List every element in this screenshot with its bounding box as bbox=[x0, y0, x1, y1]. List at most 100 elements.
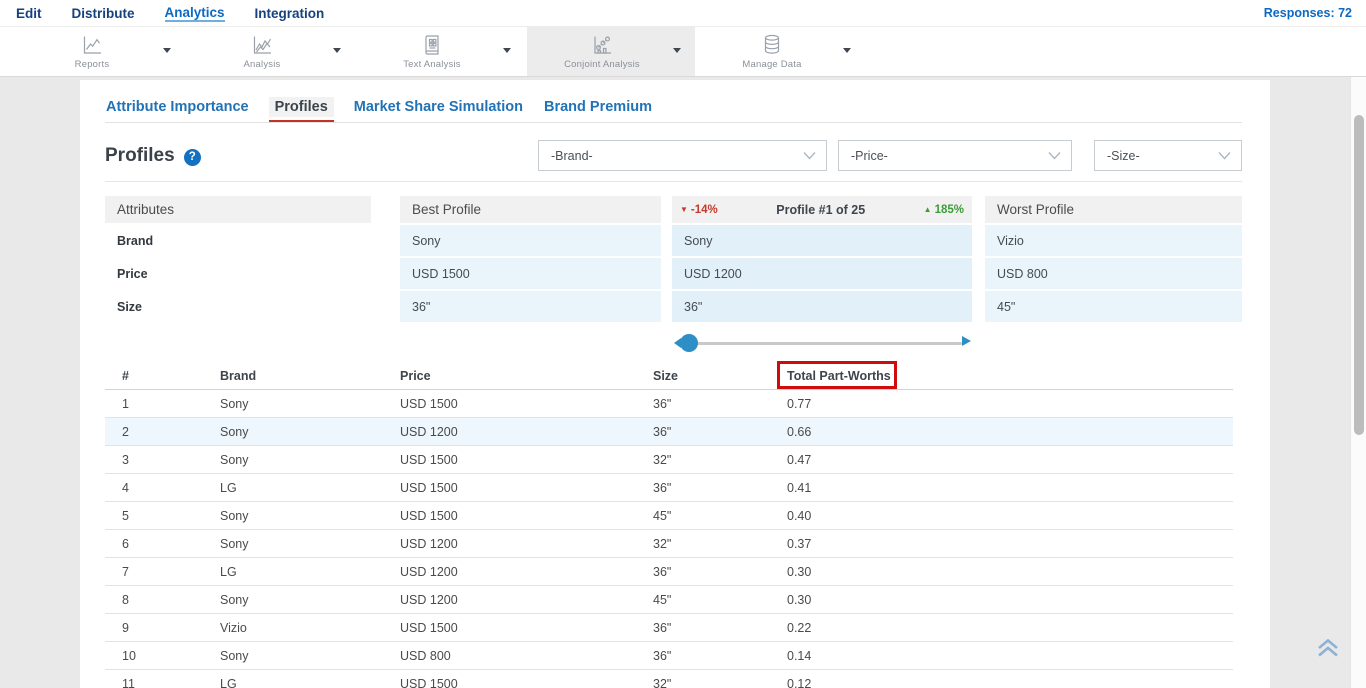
conjoint-analysis-dropdown-caret-icon[interactable] bbox=[673, 48, 681, 53]
current-profile-brand: Sony bbox=[672, 225, 972, 256]
table-cell: 4 bbox=[122, 474, 129, 502]
reports-dropdown-caret-icon[interactable] bbox=[163, 48, 171, 53]
scrollbar-thumb[interactable] bbox=[1354, 115, 1364, 435]
line-chart-icon bbox=[80, 33, 104, 57]
table-row[interactable]: 6SonyUSD 120032"0.37 bbox=[105, 530, 1233, 558]
page-title: Profiles bbox=[105, 145, 175, 167]
table-cell: 5 bbox=[122, 502, 129, 530]
table-cell: 1 bbox=[122, 390, 129, 418]
toolbar-item-label: Conjoint Analysis bbox=[564, 59, 640, 70]
table-cell: 0.30 bbox=[787, 558, 811, 586]
reports-button[interactable]: Reports bbox=[17, 27, 167, 76]
nav-item-distribute[interactable]: Distribute bbox=[72, 6, 135, 21]
header-divider bbox=[105, 181, 1242, 182]
toolbar-group-text-analysis: Text Analysis bbox=[357, 27, 525, 76]
chevron-down-icon bbox=[1048, 149, 1061, 163]
vertical-scrollbar[interactable] bbox=[1350, 77, 1366, 688]
table-cell: 36" bbox=[653, 642, 671, 670]
table-cell: USD 1200 bbox=[400, 530, 458, 558]
table-cell: Sony bbox=[220, 446, 249, 474]
size-filter-value: -Size- bbox=[1107, 149, 1140, 163]
tabs-divider bbox=[105, 122, 1242, 123]
table-cell: Sony bbox=[220, 530, 249, 558]
table-row[interactable]: 10SonyUSD 80036"0.14 bbox=[105, 642, 1233, 670]
table-cell: 36" bbox=[653, 614, 671, 642]
size-filter-dropdown[interactable]: -Size- bbox=[1094, 140, 1242, 171]
responses-count[interactable]: Responses: 72 bbox=[1264, 6, 1366, 20]
attribute-label-price: Price bbox=[105, 258, 371, 289]
best-profile-size: 36" bbox=[400, 291, 661, 322]
text-analysis-dropdown-caret-icon[interactable] bbox=[503, 48, 511, 53]
table-row[interactable]: 3SonyUSD 150032"0.47 bbox=[105, 446, 1233, 474]
text-document-icon bbox=[420, 33, 444, 57]
toolbar-item-label: Reports bbox=[75, 59, 110, 70]
table-cell: USD 1200 bbox=[400, 558, 458, 586]
table-row[interactable]: 11LGUSD 150032"0.12 bbox=[105, 670, 1233, 688]
brand-filter-value: -Brand- bbox=[551, 149, 593, 163]
analysis-button[interactable]: Analysis bbox=[187, 27, 337, 76]
profile-decrease-badge: ▼ -14% bbox=[680, 204, 718, 216]
profile-pager-title: Profile #1 of 25 bbox=[776, 203, 865, 217]
current-profile-price: USD 1200 bbox=[672, 258, 972, 289]
nav-item-analytics[interactable]: Analytics bbox=[165, 5, 225, 22]
triangle-up-icon: ▲ bbox=[924, 205, 932, 214]
chevron-down-icon bbox=[1218, 149, 1231, 163]
analysis-dropdown-caret-icon[interactable] bbox=[333, 48, 341, 53]
table-cell: LG bbox=[220, 474, 237, 502]
table-cell: 36" bbox=[653, 558, 671, 586]
increase-percent: 185% bbox=[935, 204, 964, 216]
conjoint-chart-icon bbox=[590, 33, 614, 57]
table-row[interactable]: 2SonyUSD 120036"0.66 bbox=[105, 418, 1233, 446]
help-icon[interactable]: ? bbox=[184, 149, 201, 166]
conjoint-profiles-panel: Attribute Importance Profiles Market Sha… bbox=[80, 80, 1270, 688]
tab-brand-premium[interactable]: Brand Premium bbox=[543, 97, 653, 117]
table-cell: Vizio bbox=[220, 614, 247, 642]
table-cell: 45" bbox=[653, 586, 671, 614]
double-chevron-up-icon bbox=[1315, 647, 1341, 664]
tab-market-share-simulation[interactable]: Market Share Simulation bbox=[353, 97, 524, 117]
table-row[interactable]: 8SonyUSD 120045"0.30 bbox=[105, 586, 1233, 614]
table-cell: USD 1500 bbox=[400, 390, 458, 418]
profile-slider-track[interactable] bbox=[688, 342, 962, 345]
text-analysis-button[interactable]: Text Analysis bbox=[357, 27, 507, 76]
tab-attribute-importance[interactable]: Attribute Importance bbox=[105, 97, 250, 117]
slider-next-arrow-icon[interactable] bbox=[962, 336, 971, 346]
table-cell: 0.41 bbox=[787, 474, 811, 502]
best-profile-price: USD 1500 bbox=[400, 258, 661, 289]
scroll-to-top-button[interactable] bbox=[1315, 636, 1341, 665]
column-header-total-part-worths: Total Part-Worths bbox=[787, 362, 891, 390]
tab-profiles[interactable]: Profiles bbox=[269, 97, 334, 117]
table-row[interactable]: 5SonyUSD 150045"0.40 bbox=[105, 502, 1233, 530]
table-header-row: # Brand Price Size Total Part-Worths bbox=[105, 362, 1233, 390]
part-worths-table-body: 1 Sony USD 1500 36" 0.772SonyUSD 120036"0.66… bbox=[105, 390, 1233, 688]
table-cell: Sony bbox=[220, 418, 249, 446]
worst-profile-size: 45" bbox=[985, 291, 1242, 322]
triangle-down-icon: ▼ bbox=[680, 205, 688, 214]
nav-item-integration[interactable]: Integration bbox=[255, 6, 325, 21]
brand-filter-dropdown[interactable]: -Brand- bbox=[538, 140, 827, 171]
toolbar-group-analysis: Analysis bbox=[187, 27, 355, 76]
table-row[interactable]: 9VizioUSD 150036"0.22 bbox=[105, 614, 1233, 642]
profile-slider-handle[interactable] bbox=[680, 334, 698, 352]
price-filter-value: -Price- bbox=[851, 149, 888, 163]
table-cell: Sony bbox=[220, 390, 249, 418]
table-row[interactable]: 7LGUSD 120036"0.30 bbox=[105, 558, 1233, 586]
table-cell: 32" bbox=[653, 446, 671, 474]
manage-data-button[interactable]: Manage Data bbox=[697, 27, 847, 76]
table-cell: 0.66 bbox=[787, 418, 811, 446]
nav-item-edit[interactable]: Edit bbox=[16, 6, 42, 21]
current-profile-column-header: ▼ -14% Profile #1 of 25 ▲ 185% bbox=[672, 196, 972, 223]
conjoint-analysis-button[interactable]: Conjoint Analysis bbox=[527, 27, 677, 76]
database-icon bbox=[760, 33, 784, 57]
toolbar-group-reports: Reports bbox=[17, 27, 185, 76]
table-row[interactable]: 1SonyUSD 150036"0.77 bbox=[105, 390, 1233, 418]
table-cell: 0.12 bbox=[787, 670, 811, 688]
manage-data-dropdown-caret-icon[interactable] bbox=[843, 48, 851, 53]
current-profile-size: 36" bbox=[672, 291, 972, 322]
price-filter-dropdown[interactable]: -Price- bbox=[838, 140, 1072, 171]
table-cell: 0.77 bbox=[787, 390, 811, 418]
table-row[interactable]: 4LGUSD 150036"0.41 bbox=[105, 474, 1233, 502]
table-cell: USD 1500 bbox=[400, 670, 458, 688]
worst-profile-price: USD 800 bbox=[985, 258, 1242, 289]
worst-profile-column-header: Worst Profile bbox=[985, 196, 1242, 223]
